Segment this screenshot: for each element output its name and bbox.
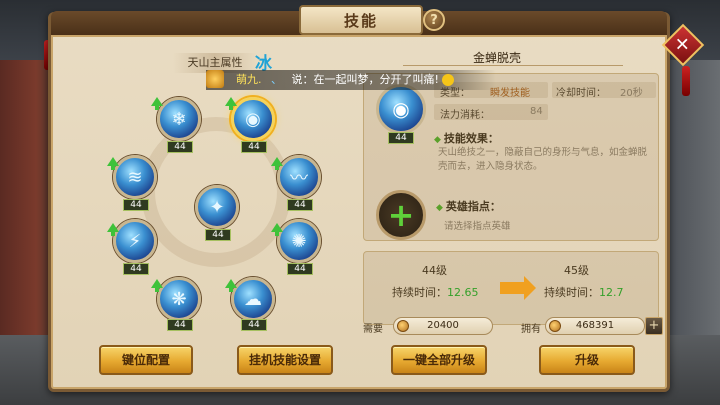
current-level: 44级	[422, 264, 447, 277]
upgrade-arrow-icon	[271, 157, 283, 170]
skill-level-6: 44	[123, 263, 149, 275]
skill-slot-5[interactable]: ✦	[195, 185, 239, 229]
cast-type-value: 瞬发技能	[490, 88, 530, 99]
mana-label: 法力消耗：	[440, 110, 490, 121]
next-duration-row: 持续时间：12.7	[544, 286, 624, 299]
help-button[interactable]: ?	[423, 9, 445, 31]
chat-sender: 萌九.	[236, 73, 262, 86]
upgrade-arrow-icon	[225, 97, 237, 110]
upgrade-all-button[interactable]: 一键全部升级	[391, 345, 487, 375]
chat-message: 说：在一起叫梦，分开了叫痛!	[291, 73, 439, 86]
chat-separator: 、	[271, 73, 282, 86]
skill-panel: 技能 ? 天山主属性 冰 ❄ 44 ◉ 44 ≋ 44 〰 44 ✦ 44 ⚡ …	[48, 5, 670, 392]
skill-slot-3[interactable]: ≋	[113, 155, 157, 199]
have-label: 拥有	[521, 324, 541, 335]
window-title: 技能	[299, 5, 423, 35]
current-duration-row: 持续时间：12.65	[392, 286, 479, 299]
upgrade-arrow-icon	[271, 223, 283, 236]
close-icon: ✕	[675, 34, 691, 56]
coin-icon	[397, 320, 409, 332]
frost-icon: ❋	[171, 288, 187, 310]
cloud-icon: ☁	[244, 288, 262, 310]
skill-slot-1[interactable]: ❄	[157, 97, 201, 141]
cooldown-label: 冷却时间：	[556, 88, 606, 99]
skill-slot-9[interactable]: ☁	[231, 277, 275, 321]
hero-guide-title: ◆ 英雄指点：	[436, 200, 501, 213]
coin-icon	[549, 320, 561, 332]
skill-level-4: 44	[287, 199, 313, 211]
orb-icon: ◉	[245, 108, 261, 130]
skill-level-2: 44	[241, 141, 267, 153]
figure-icon: ✦	[209, 196, 225, 218]
need-label: 需要	[363, 324, 383, 335]
orb-icon: ◉	[376, 84, 426, 134]
chat-broadcast: 萌九. 、 说：在一起叫梦，分开了叫痛!	[206, 70, 496, 90]
speaker-icon	[206, 70, 224, 88]
diamond-icon: ◆	[436, 203, 443, 213]
add-currency-button[interactable]: +	[645, 317, 663, 335]
skill-level-5: 44	[205, 229, 231, 241]
burst-icon: ✺	[291, 230, 307, 252]
level-compare: 44级 45级 持续时间：12.65 持续时间：12.7	[363, 251, 659, 325]
effect-description: 天山绝技之一，隐蔽自己的身形与气息，如金蝉脱壳而去，进入隐身状态。	[438, 147, 648, 172]
upgrade-arrow-icon	[151, 97, 163, 110]
skill-level-3: 44	[123, 199, 149, 211]
skill-slot-8[interactable]: ❋	[157, 277, 201, 321]
mana-value: 84	[530, 106, 543, 117]
skill-level-1: 44	[167, 141, 193, 153]
cost-row: 需要 20400 拥有 468391 +	[363, 317, 663, 337]
effect-title: ◆ 技能效果：	[434, 132, 499, 145]
skill-slot-6[interactable]: ⚡	[113, 219, 157, 263]
detail-skill-level: 44	[388, 132, 414, 144]
arrow-right-icon	[500, 276, 536, 300]
smile-emoji-icon	[442, 74, 455, 86]
skill-info-card: ◉ 44 类型： 瞬发技能 冷却时间： 20秒 法力消耗： 84 ◆ 技能效果： …	[363, 73, 659, 241]
lantern-right	[682, 66, 690, 96]
cooldown-value: 20秒	[620, 88, 643, 99]
skill-level-7: 44	[287, 263, 313, 275]
skill-slot-4[interactable]: 〰	[277, 155, 321, 199]
skill-level-8: 44	[167, 319, 193, 331]
diamond-icon: ◆	[434, 135, 441, 145]
skill-detail: 金蝉脱壳 ◉ 44 类型： 瞬发技能 冷却时间： 20秒 法力消耗： 84 ◆ 技…	[363, 45, 663, 345]
hero-guide-description: 请选择指点英雄	[444, 221, 511, 232]
wind-icon: 〰	[290, 168, 308, 189]
skill-level-9: 44	[241, 319, 267, 331]
upgrade-arrow-icon	[225, 279, 237, 292]
key-config-button[interactable]: 键位配置	[99, 345, 193, 375]
snowflake-icon: ❄	[171, 108, 187, 130]
upgrade-button[interactable]: 升级	[539, 345, 635, 375]
skill-slot-2[interactable]: ◉	[231, 97, 275, 141]
next-level: 45级	[564, 264, 589, 277]
skill-wheel: 天山主属性 冰 ❄ 44 ◉ 44 ≋ 44 〰 44 ✦ 44 ⚡ 44 ✺ …	[63, 45, 359, 345]
lightning-icon: ⚡	[128, 230, 142, 252]
auto-skill-settings-button[interactable]: 挂机技能设置	[237, 345, 333, 375]
add-hero-button[interactable]: +	[376, 190, 426, 240]
upgrade-arrow-icon	[107, 223, 119, 236]
wave-icon: ≋	[127, 166, 143, 188]
skill-slot-7[interactable]: ✺	[277, 219, 321, 263]
upgrade-arrow-icon	[151, 279, 163, 292]
skill-name: 金蝉脱壳	[473, 51, 522, 65]
upgrade-arrow-icon	[107, 157, 119, 170]
title-divider	[403, 65, 623, 66]
